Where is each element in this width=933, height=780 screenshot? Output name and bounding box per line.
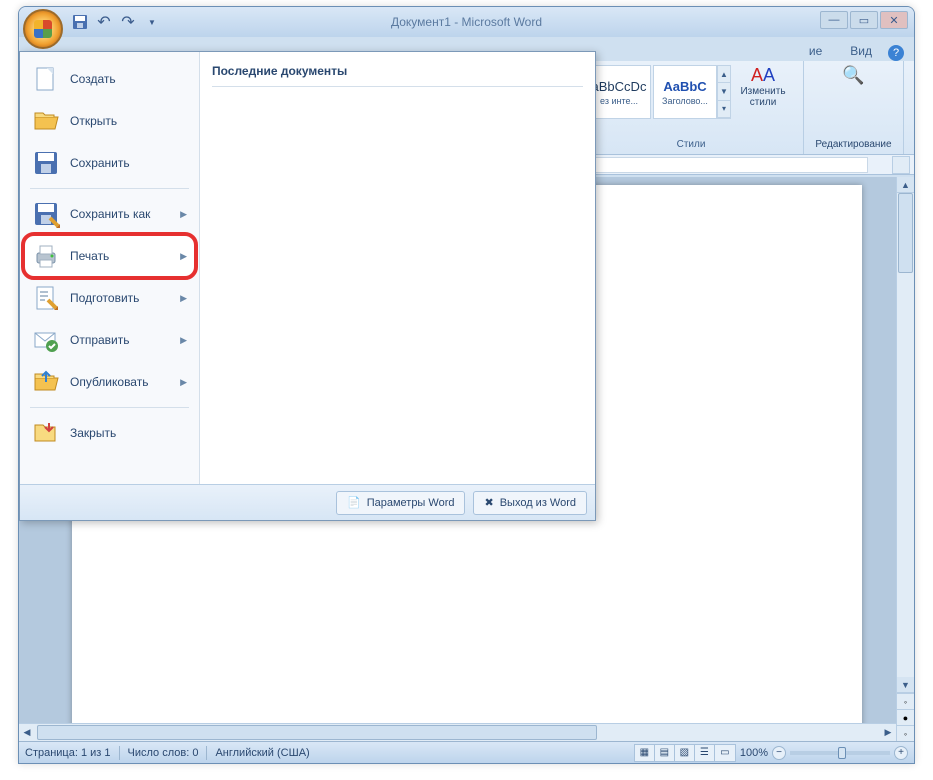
status-language[interactable]: Английский (США) bbox=[215, 747, 309, 759]
horizontal-scrollbar[interactable]: ◀ ▶ bbox=[19, 723, 896, 741]
find-icon[interactable]: 🔍 bbox=[842, 65, 864, 86]
exit-word-button[interactable]: ✖ Выход из Word bbox=[473, 491, 587, 515]
menu-item-label: Сохранить как bbox=[70, 207, 150, 221]
status-page[interactable]: Страница: 1 из 1 bbox=[25, 747, 111, 759]
menu-item-open[interactable]: Открыть bbox=[24, 100, 195, 142]
tab-view[interactable]: Вид bbox=[838, 41, 884, 61]
menu-item-label: Подготовить bbox=[70, 291, 139, 305]
style-item[interactable]: AaBbC Заголово... bbox=[653, 65, 717, 119]
minimize-button[interactable]: — bbox=[820, 11, 848, 29]
menu-item-label: Открыть bbox=[70, 114, 117, 128]
office-menu: СоздатьОткрытьСохранитьСохранить как▶Печ… bbox=[19, 51, 596, 521]
menu-item-label: Опубликовать bbox=[70, 375, 148, 389]
undo-icon[interactable]: ↶ bbox=[95, 13, 113, 31]
print-icon bbox=[32, 242, 60, 270]
word-options-button[interactable]: 📄 Параметры Word bbox=[336, 491, 465, 515]
view-full-screen-icon[interactable]: ▤ bbox=[655, 745, 675, 761]
save-icon[interactable] bbox=[71, 13, 89, 31]
scroll-down-icon[interactable]: ▼ bbox=[897, 677, 914, 693]
status-word-count[interactable]: Число слов: 0 bbox=[128, 747, 199, 759]
scroll-thumb[interactable] bbox=[37, 725, 597, 740]
scroll-up-icon[interactable]: ▲ bbox=[897, 177, 914, 193]
publish-icon bbox=[32, 368, 60, 396]
recent-documents-header: Последние документы bbox=[212, 60, 583, 87]
view-print-layout-icon[interactable]: ▦ bbox=[635, 745, 655, 761]
style-gallery[interactable]: aBbCcDc ез инте... AaBbC Заголово... bbox=[587, 65, 717, 119]
menu-right-pane: Последние документы bbox=[200, 52, 595, 484]
styles-group: aBbCcDc ез инте... AaBbC Заголово... ▲▼▾… bbox=[579, 61, 804, 154]
gallery-scroll[interactable]: ▲▼▾ bbox=[717, 65, 731, 119]
prepare-icon bbox=[32, 284, 60, 312]
menu-item-save-as[interactable]: Сохранить как ▶ bbox=[24, 193, 195, 235]
menu-item-label: Отправить bbox=[70, 333, 130, 347]
styles-group-label: Стили bbox=[677, 137, 706, 150]
open-icon bbox=[32, 107, 60, 135]
view-buttons: ▦ ▤ ▧ ☰ ▭ bbox=[634, 744, 736, 762]
zoom-out-button[interactable]: − bbox=[772, 746, 786, 760]
zoom-slider[interactable] bbox=[790, 751, 890, 755]
scroll-right-icon[interactable]: ▶ bbox=[880, 724, 896, 741]
menu-item-label: Сохранить bbox=[70, 156, 130, 170]
maximize-button[interactable]: ▭ bbox=[850, 11, 878, 29]
menu-item-label: Закрыть bbox=[70, 426, 116, 440]
quick-access-toolbar: ↶ ↷ ▼ bbox=[71, 13, 161, 31]
ruler-toggle[interactable] bbox=[892, 156, 910, 174]
browse-object-icon[interactable]: ● bbox=[897, 709, 914, 725]
menu-item-new[interactable]: Создать bbox=[24, 58, 195, 100]
menu-item-save[interactable]: Сохранить bbox=[24, 142, 195, 184]
statusbar: Страница: 1 из 1 Число слов: 0 Английски… bbox=[19, 741, 914, 763]
vertical-scrollbar[interactable]: ▲ ▼ ◦ ● ◦ bbox=[896, 177, 914, 741]
window-controls: — ▭ ✕ bbox=[820, 11, 908, 29]
submenu-arrow-icon: ▶ bbox=[180, 377, 187, 388]
menu-item-send[interactable]: Отправить ▶ bbox=[24, 319, 195, 361]
change-styles-button[interactable]: AA Изменить стили bbox=[731, 65, 795, 119]
options-icon: 📄 bbox=[347, 496, 361, 509]
window-title: Документ1 - Microsoft Word bbox=[391, 15, 542, 29]
save-as-icon bbox=[32, 200, 60, 228]
submenu-arrow-icon: ▶ bbox=[180, 209, 187, 220]
titlebar: ↶ ↷ ▼ Документ1 - Microsoft Word — ▭ ✕ bbox=[19, 7, 914, 37]
menu-item-publish[interactable]: Опубликовать ▶ bbox=[24, 361, 195, 403]
app-window: ↶ ↷ ▼ Документ1 - Microsoft Word — ▭ ✕ и… bbox=[18, 6, 915, 764]
menu-item-prepare[interactable]: Подготовить ▶ bbox=[24, 277, 195, 319]
style-item[interactable]: aBbCcDc ез инте... bbox=[587, 65, 651, 119]
submenu-arrow-icon: ▶ bbox=[180, 335, 187, 346]
close-button[interactable]: ✕ bbox=[880, 11, 908, 29]
zoom-in-button[interactable]: + bbox=[894, 746, 908, 760]
submenu-arrow-icon: ▶ bbox=[180, 251, 187, 262]
editing-group: 🔍 Редактирование bbox=[804, 61, 904, 154]
change-styles-icon: AA bbox=[751, 65, 775, 86]
menu-footer: 📄 Параметры Word ✖ Выход из Word bbox=[20, 484, 595, 520]
scroll-left-icon[interactable]: ◀ bbox=[19, 724, 35, 741]
redo-icon[interactable]: ↷ bbox=[119, 13, 137, 31]
close-icon bbox=[32, 419, 60, 447]
help-icon[interactable]: ? bbox=[888, 45, 904, 61]
next-page-icon[interactable]: ◦ bbox=[897, 725, 914, 741]
view-outline-icon[interactable]: ☰ bbox=[695, 745, 715, 761]
office-button[interactable] bbox=[23, 9, 63, 49]
menu-left-pane: СоздатьОткрытьСохранитьСохранить как▶Печ… bbox=[20, 52, 200, 484]
submenu-arrow-icon: ▶ bbox=[180, 293, 187, 304]
new-icon bbox=[32, 65, 60, 93]
menu-item-label: Печать bbox=[70, 249, 109, 263]
prev-page-icon[interactable]: ◦ bbox=[897, 693, 914, 709]
tab-partial[interactable]: ие bbox=[797, 41, 834, 61]
zoom-level[interactable]: 100% bbox=[740, 747, 768, 759]
qat-dropdown-icon[interactable]: ▼ bbox=[143, 13, 161, 31]
view-web-icon[interactable]: ▧ bbox=[675, 745, 695, 761]
send-icon bbox=[32, 326, 60, 354]
scroll-thumb[interactable] bbox=[898, 193, 913, 273]
menu-item-label: Создать bbox=[70, 72, 116, 86]
menu-item-print[interactable]: Печать ▶ bbox=[24, 235, 195, 277]
save-icon bbox=[32, 149, 60, 177]
exit-icon: ✖ bbox=[484, 496, 493, 509]
menu-item-close[interactable]: Закрыть bbox=[24, 412, 195, 454]
view-draft-icon[interactable]: ▭ bbox=[715, 745, 735, 761]
